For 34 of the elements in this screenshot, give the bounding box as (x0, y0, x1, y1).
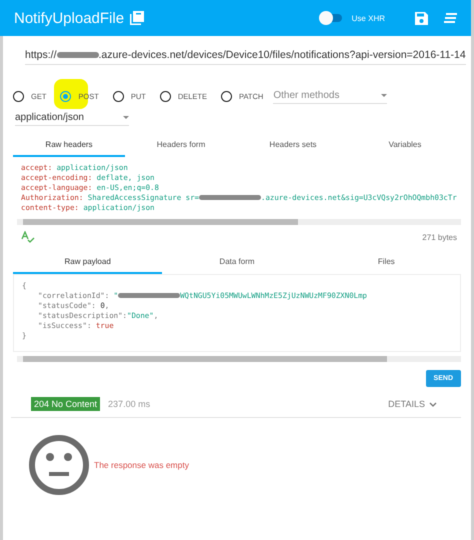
horizontal-scrollbar[interactable] (17, 219, 461, 225)
tab[interactable]: Headers sets (237, 132, 349, 157)
tab[interactable]: Files (312, 249, 461, 274)
tab[interactable]: Headers form (125, 132, 237, 157)
radio-button[interactable] (221, 90, 232, 102)
caret-icon (123, 116, 129, 119)
toggle-label: Use XHR (352, 14, 385, 22)
empty-response-message: The response was empty (94, 460, 189, 470)
radio-button[interactable] (13, 90, 24, 102)
response-time: 237.00 ms (108, 399, 150, 409)
url-field[interactable]: https:// .azure-devices.net/devices/Device10/files/notifications?api-version=2016-11-14 (25, 46, 466, 64)
neutral-face-icon (28, 434, 90, 496)
caret-icon (381, 94, 388, 97)
xhr-toggle[interactable] (322, 14, 342, 22)
spellcheck-icon[interactable] (21, 231, 35, 243)
radio-button[interactable] (160, 90, 171, 102)
radio-button[interactable] (60, 90, 72, 102)
redaction-mark (56, 52, 99, 58)
horizontal-scrollbar[interactable] (17, 356, 461, 362)
menu-icon[interactable] (444, 13, 457, 23)
tab[interactable]: Variables (349, 132, 461, 157)
chevron-down-icon (429, 402, 437, 406)
request-title: NotifyUploadFile (14, 10, 124, 26)
tab[interactable]: Data form (162, 249, 312, 274)
payload-size: 271 bytes (422, 232, 457, 242)
status-badge: 204 No Content (31, 397, 100, 411)
redaction-mark (118, 293, 180, 298)
other-methods-dropdown[interactable]: Other methods (273, 88, 388, 104)
tab[interactable]: Raw headers (13, 132, 125, 157)
details-button[interactable]: DETAILS (388, 399, 437, 409)
library-icon[interactable] (130, 11, 144, 25)
content-type-dropdown[interactable]: application/json (15, 110, 129, 126)
save-icon[interactable] (415, 12, 428, 24)
radio-button[interactable] (112, 90, 124, 102)
